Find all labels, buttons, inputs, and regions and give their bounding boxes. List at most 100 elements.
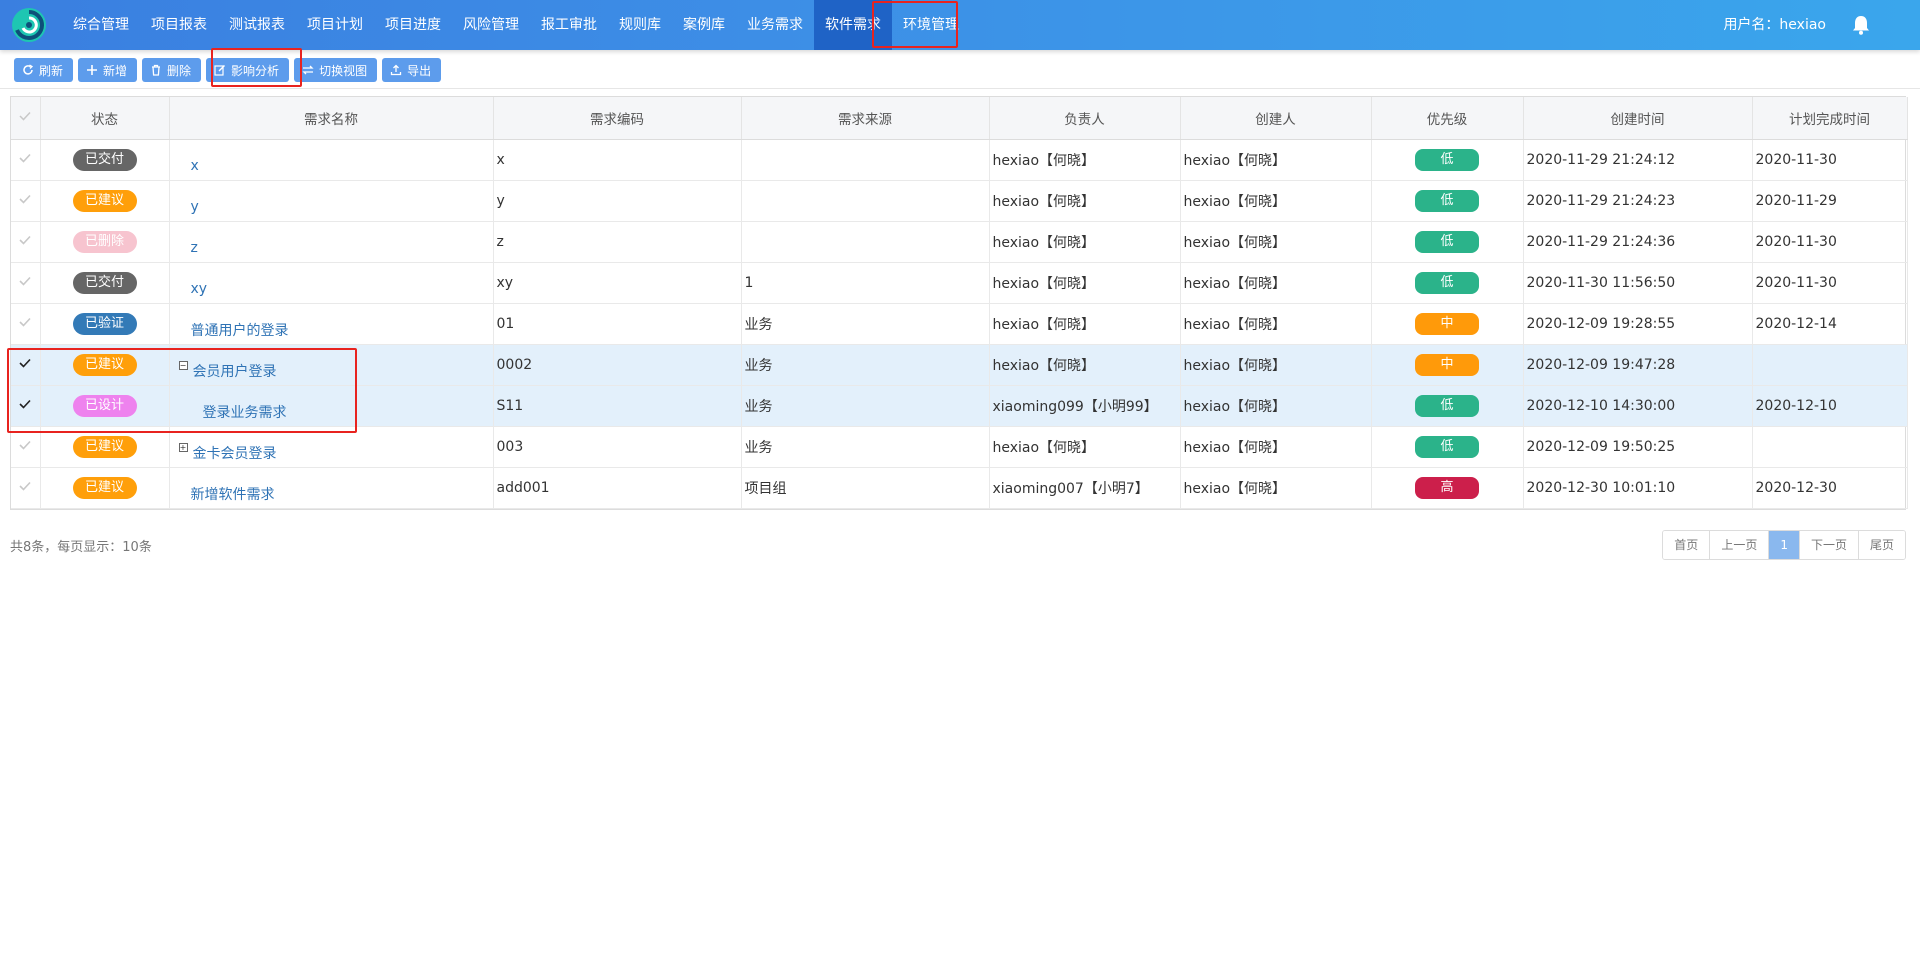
- requirement-name-link[interactable]: z: [191, 228, 198, 256]
- nav-item[interactable]: 风险管理: [452, 0, 530, 50]
- select-all-checkbox[interactable]: [11, 97, 41, 140]
- status-badge: 已删除: [72, 230, 137, 253]
- requirement-name-link[interactable]: 新增软件需求: [191, 472, 275, 504]
- table-row[interactable]: 已交付 x x hexiao【何晓】 hexiao【何晓】 低 2020-11-…: [11, 139, 1908, 181]
- name-cell: y: [169, 180, 494, 222]
- check-icon: [19, 317, 31, 327]
- swap-arrows-icon: [302, 65, 314, 75]
- due-date-cell: 2020-11-30: [1752, 221, 1908, 263]
- created-time-cell: 2020-11-30 11:56:50: [1523, 262, 1753, 304]
- status-cell: 已验证: [40, 303, 170, 345]
- requirement-name-link[interactable]: 登录业务需求: [203, 390, 287, 422]
- priority-badge: 低: [1415, 435, 1479, 458]
- header-source[interactable]: 需求来源: [741, 97, 990, 140]
- due-date-cell: 2020-12-14: [1752, 303, 1908, 345]
- table-row[interactable]: 已设计 登录业务需求 S11 业务 xiaoming099【小明99】 hexi…: [11, 385, 1908, 427]
- row-checkbox[interactable]: [11, 262, 41, 304]
- status-badge: 已交付: [72, 271, 137, 294]
- header-code[interactable]: 需求编码: [493, 97, 742, 140]
- created-time-cell: 2020-11-29 21:24:23: [1523, 180, 1753, 222]
- last-page-button[interactable]: 尾页: [1858, 531, 1905, 559]
- nav-item[interactable]: 项目计划: [296, 0, 374, 50]
- priority-badge: 低: [1415, 271, 1479, 294]
- nav-item[interactable]: 项目报表: [140, 0, 218, 50]
- requirement-name-link[interactable]: 金卡会员登录: [193, 431, 277, 463]
- status-badge: 已建议: [72, 353, 137, 376]
- source-cell: 1: [741, 262, 990, 304]
- table-row[interactable]: 已交付 xy xy 1 hexiao【何晓】 hexiao【何晓】 低 2020…: [11, 262, 1908, 304]
- priority-badge: 高: [1415, 476, 1479, 499]
- source-cell: 项目组: [741, 467, 990, 509]
- row-checkbox[interactable]: [11, 139, 41, 181]
- switch-view-button[interactable]: 切换视图: [294, 58, 378, 82]
- current-page-button[interactable]: 1: [1769, 531, 1800, 559]
- status-cell: 已设计: [40, 385, 170, 427]
- header-created[interactable]: 创建时间: [1523, 97, 1753, 140]
- main-nav: 综合管理 项目报表 测试报表 项目计划 项目进度 风险管理 报工审批 规则库 案例库 业务需求 软件…: [62, 0, 970, 50]
- nav-item[interactable]: 软件需求: [814, 0, 892, 50]
- row-checkbox[interactable]: [11, 467, 41, 509]
- created-time-cell: 2020-12-10 14:30:00: [1523, 385, 1753, 427]
- nav-item[interactable]: 案例库: [672, 0, 736, 50]
- nav-item[interactable]: 业务需求: [736, 0, 814, 50]
- owner-cell: hexiao【何晓】: [989, 303, 1181, 345]
- pagination-summary: 共8条，每页显示：10条: [10, 540, 152, 555]
- bell-icon[interactable]: [1850, 14, 1872, 36]
- row-checkbox[interactable]: [11, 385, 41, 427]
- row-checkbox[interactable]: [11, 221, 41, 263]
- header-creator[interactable]: 创建人: [1180, 97, 1372, 140]
- impact-analysis-button[interactable]: 影响分析: [206, 58, 290, 82]
- priority-cell: 中: [1371, 344, 1524, 386]
- header-due[interactable]: 计划完成时间: [1752, 97, 1908, 140]
- check-icon: [19, 440, 31, 450]
- row-checkbox[interactable]: [11, 426, 41, 468]
- tree-toggle-icon[interactable]: +: [178, 442, 188, 452]
- nav-item[interactable]: 测试报表: [218, 0, 296, 50]
- created-time-cell: 2020-11-29 21:24:36: [1523, 221, 1753, 263]
- tree-toggle-icon[interactable]: −: [178, 360, 188, 370]
- requirement-name-link[interactable]: 会员用户登录: [193, 349, 277, 381]
- row-checkbox[interactable]: [11, 180, 41, 222]
- add-button[interactable]: 新增: [78, 58, 138, 82]
- owner-cell: xiaoming099【小明99】: [989, 385, 1181, 427]
- header-owner[interactable]: 负责人: [989, 97, 1181, 140]
- row-checkbox[interactable]: [11, 344, 41, 386]
- next-page-button[interactable]: 下一页: [1799, 531, 1859, 559]
- requirement-name-link[interactable]: y: [191, 187, 199, 215]
- prev-page-button[interactable]: 上一页: [1710, 531, 1770, 559]
- header-status[interactable]: 状态: [40, 97, 170, 140]
- impact-analysis-label: 影响分析: [231, 63, 280, 78]
- table-row[interactable]: 已验证 普通用户的登录 01 业务 hexiao【何晓】 hexiao【何晓】 …: [11, 303, 1908, 345]
- export-button[interactable]: 导出: [382, 58, 442, 82]
- requirement-name-link[interactable]: 普通用户的登录: [191, 308, 289, 340]
- delete-button[interactable]: 删除: [142, 58, 202, 82]
- source-cell: 业务: [741, 426, 990, 468]
- nav-item[interactable]: 项目进度: [374, 0, 452, 50]
- table-row[interactable]: 已删除 z z hexiao【何晓】 hexiao【何晓】 低 2020-11-…: [11, 221, 1908, 263]
- nav-item[interactable]: 规则库: [608, 0, 672, 50]
- nav-item[interactable]: 综合管理: [62, 0, 140, 50]
- due-date-cell: 2020-11-29: [1752, 180, 1908, 222]
- table-row[interactable]: 已建议 新增软件需求 add001 项目组 xiaoming007【小明7】 h…: [11, 467, 1908, 509]
- source-cell: 业务: [741, 385, 990, 427]
- first-page-button[interactable]: 首页: [1663, 531, 1711, 559]
- table-row[interactable]: 已建议 + 金卡会员登录 003 业务 hexiao【何晓】 hexiao【何晓】…: [11, 426, 1908, 468]
- creator-cell: hexiao【何晓】: [1180, 180, 1372, 222]
- due-date-cell: 2020-11-30: [1752, 139, 1908, 181]
- requirement-name-link[interactable]: x: [191, 146, 199, 174]
- row-checkbox[interactable]: [11, 303, 41, 345]
- nav-item[interactable]: 报工审批: [530, 0, 608, 50]
- due-date-cell: 2020-12-10: [1752, 385, 1908, 427]
- code-cell: x: [493, 139, 742, 181]
- swirl-logo-icon[interactable]: [10, 6, 48, 44]
- header-name[interactable]: 需求名称: [169, 97, 494, 140]
- priority-badge: 低: [1415, 148, 1479, 171]
- refresh-button[interactable]: 刷新: [14, 58, 74, 82]
- table-row[interactable]: 已建议 − 会员用户登录 0002 业务 hexiao【何晓】 hexiao【何晓…: [11, 344, 1908, 386]
- nav-item[interactable]: 环境管理: [892, 0, 970, 50]
- table-row[interactable]: 已建议 y y hexiao【何晓】 hexiao【何晓】 低 2020-11-…: [11, 180, 1908, 222]
- priority-badge: 中: [1415, 312, 1479, 335]
- requirement-name-link[interactable]: xy: [191, 269, 208, 297]
- status-cell: 已交付: [40, 139, 170, 181]
- header-priority[interactable]: 优先级: [1371, 97, 1524, 140]
